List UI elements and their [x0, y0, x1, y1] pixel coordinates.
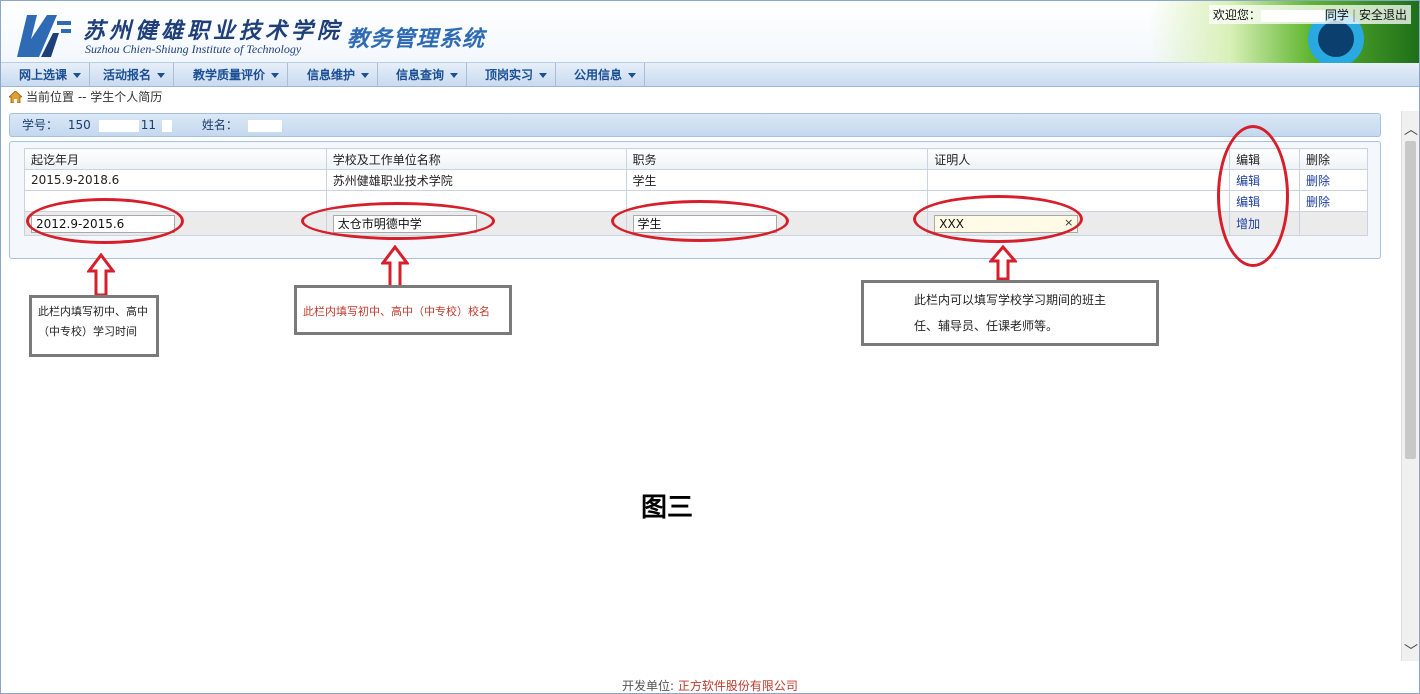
witness-input[interactable] — [934, 214, 1079, 233]
col-header-witness: 证明人 — [927, 148, 1231, 170]
arrow-up-icon — [381, 245, 409, 289]
breadcrumb: 当前位置 -- 学生个人简历 — [9, 89, 162, 105]
delete-link[interactable]: 删除 — [1306, 195, 1330, 209]
footer-label: 开发单位: — [622, 679, 675, 693]
new-entry-row: × 增加 — [24, 211, 1368, 236]
delete-link[interactable]: 删除 — [1306, 174, 1330, 188]
col-header-delete: 删除 — [1299, 148, 1368, 170]
vertical-scrollbar[interactable]: ︿ ﹀ — [1401, 111, 1419, 661]
name-mask — [247, 119, 282, 132]
cell-period: 2015.9-2018.6 — [24, 169, 327, 191]
chevron-down-icon — [539, 73, 548, 78]
username-mask — [1260, 9, 1325, 22]
nav-item-activity-signup[interactable]: 活动报名 — [93, 63, 175, 87]
nav-item-info-query[interactable]: 信息查询 — [386, 63, 468, 87]
scroll-thumb[interactable] — [1405, 141, 1416, 459]
table-row: 2015.9-2018.6 苏州健雄职业技术学院 学生 编辑 删除 — [24, 169, 1368, 191]
witness-mask — [934, 174, 971, 187]
cell-witness — [927, 169, 1231, 191]
resume-panel: 起讫年月 学校及工作单位名称 职务 证明人 编辑 删除 2015.9-2018.… — [9, 141, 1381, 259]
chevron-down-icon — [450, 73, 459, 78]
nav-item-public-info[interactable]: 公用信息 — [564, 63, 646, 87]
user-bar: 欢迎您： 同学 | 安全退出 — [1208, 5, 1411, 24]
arrow-up-icon — [87, 253, 115, 297]
note-school: 此栏内填写初中、高中（中专校）校名 — [294, 285, 512, 335]
app-window: 苏州健雄职业技术学院 Suzhou Chien-Shiung Institute… — [0, 0, 1420, 694]
cell-school — [325, 190, 627, 212]
main-nav: 网上选课 活动报名 教学质量评价 信息维护 信息查询 顶岗实习 公用信息 — [1, 63, 1419, 87]
name-label: 姓名： — [201, 118, 238, 132]
footer-company: 正方软件股份有限公司 — [677, 679, 798, 693]
cell-position — [625, 190, 929, 212]
chevron-down-icon — [271, 73, 280, 78]
add-link[interactable]: 增加 — [1236, 217, 1260, 231]
nav-item-online-course[interactable]: 网上选课 — [9, 63, 91, 87]
footer: 开发单位: 正方软件股份有限公司 — [1, 677, 1419, 693]
edit-link[interactable]: 编辑 — [1236, 174, 1260, 188]
home-icon — [9, 91, 22, 103]
system-title: 教务管理系统 — [347, 27, 486, 52]
breadcrumb-text: 当前位置 -- 学生个人简历 — [26, 90, 163, 104]
chevron-down-icon — [73, 73, 82, 78]
clear-input-icon[interactable]: × — [1064, 216, 1073, 229]
col-header-position: 职务 — [625, 148, 929, 170]
arrow-up-icon — [989, 245, 1017, 281]
cell-period — [24, 190, 327, 212]
welcome-label: 欢迎您： — [1212, 8, 1261, 22]
note-witness: 此栏内可以填写学校学习期间的班主任、辅导员、任课老师等。 — [861, 280, 1159, 346]
col-header-edit: 编辑 — [1229, 148, 1300, 170]
figure-label: 图三 — [641, 493, 694, 523]
col-header-school: 学校及工作单位名称 — [325, 148, 627, 170]
user-suffix: 同学 — [1324, 8, 1349, 22]
nav-item-teaching-evaluation[interactable]: 教学质量评价 — [183, 63, 289, 87]
scroll-up-icon[interactable]: ︿ — [1402, 121, 1420, 139]
chevron-down-icon — [157, 73, 166, 78]
chevron-down-icon — [628, 73, 637, 78]
school-input[interactable] — [332, 214, 477, 233]
student-id-value: 150 11 — [68, 118, 178, 132]
nav-item-internship[interactable]: 顶岗实习 — [475, 63, 557, 87]
note-period: 此栏内填写初中、高中（中专校）学习时间 — [29, 295, 159, 357]
student-id-label: 学号： — [22, 118, 59, 132]
header: 苏州健雄职业技术学院 Suzhou Chien-Shiung Institute… — [1, 1, 1419, 67]
school-name-en: Suzhou Chien-Shiung Institute of Technol… — [85, 42, 302, 56]
edit-link[interactable]: 编辑 — [1236, 195, 1260, 209]
cell-position: 学生 — [625, 169, 929, 191]
cell-witness — [927, 190, 1231, 212]
logout-link[interactable]: 安全退出 — [1359, 8, 1407, 22]
table-header-row: 起讫年月 学校及工作单位名称 职务 证明人 编辑 删除 — [24, 148, 1368, 170]
position-input[interactable] — [632, 214, 777, 233]
table-row: 编辑 删除 — [24, 190, 1368, 212]
period-input[interactable] — [31, 214, 175, 233]
chevron-down-icon — [361, 73, 370, 78]
cell-school: 苏州健雄职业技术学院 — [325, 169, 627, 191]
school-logo — [17, 15, 71, 57]
scroll-down-icon[interactable]: ﹀ — [1402, 643, 1420, 661]
resume-table: 起讫年月 学校及工作单位名称 职务 证明人 编辑 删除 2015.9-2018.… — [24, 148, 1368, 236]
school-name-cn: 苏州健雄职业技术学院 — [83, 18, 344, 44]
nav-item-info-maintenance[interactable]: 信息维护 — [297, 63, 379, 87]
col-header-period: 起讫年月 — [24, 148, 327, 170]
student-info-bar: 学号： 150 11 姓名： — [9, 113, 1381, 137]
